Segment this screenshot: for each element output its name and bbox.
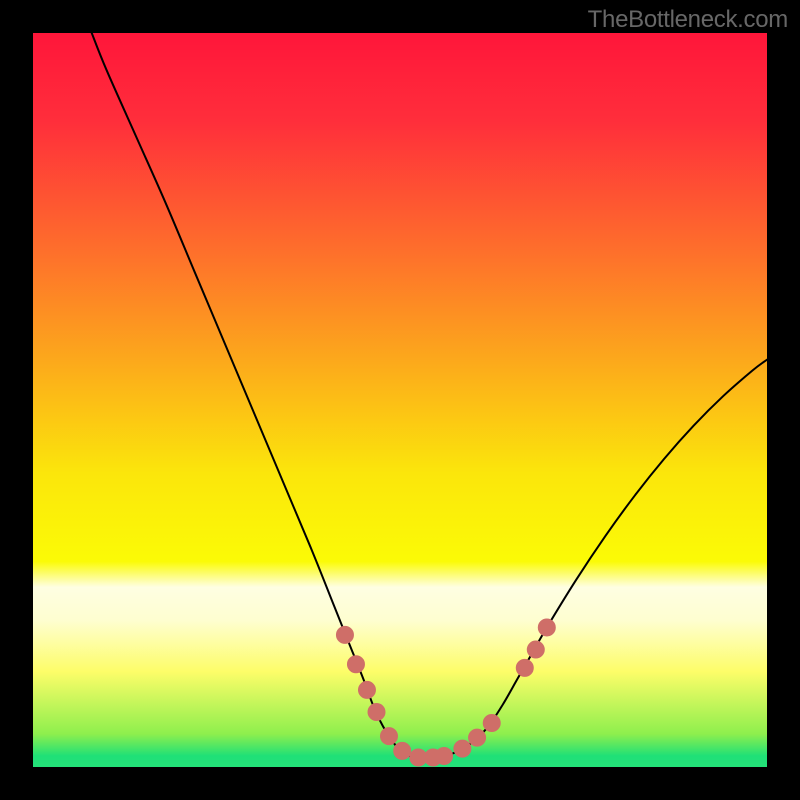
curve-marker — [516, 659, 533, 676]
curve-marker — [454, 740, 471, 757]
curve-marker — [538, 619, 555, 636]
curve-marker — [483, 714, 500, 731]
curve-marker — [347, 656, 364, 673]
curve-marker — [358, 681, 375, 698]
gradient-background — [33, 33, 767, 767]
plot-area — [33, 33, 767, 767]
curve-marker — [368, 703, 385, 720]
curve-marker — [527, 641, 544, 658]
chart-svg — [33, 33, 767, 767]
curve-marker — [394, 742, 411, 759]
curve-marker — [380, 728, 397, 745]
watermark-text: TheBottleneck.com — [588, 6, 788, 34]
chart-frame: TheBottleneck.com — [0, 0, 800, 800]
curve-marker — [336, 626, 353, 643]
curve-marker — [436, 747, 453, 764]
curve-marker — [469, 729, 486, 746]
